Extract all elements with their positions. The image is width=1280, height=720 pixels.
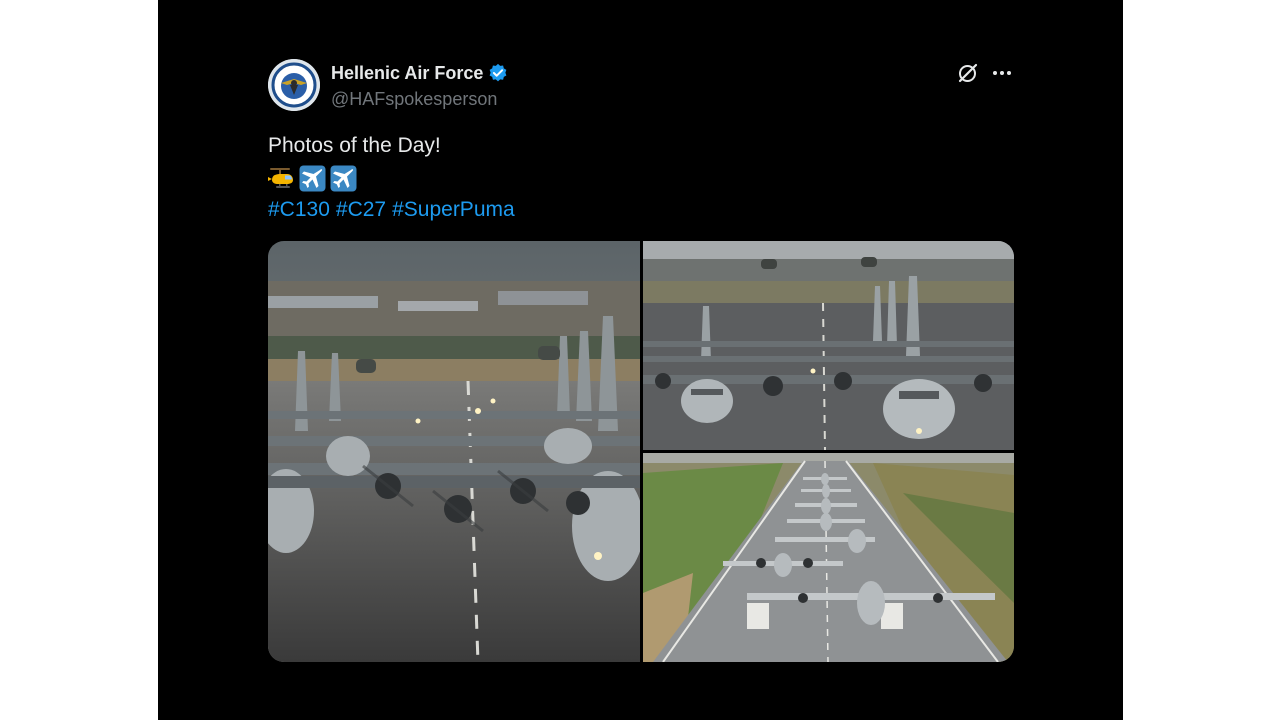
- photo-aircraft-lineup[interactable]: [268, 241, 640, 662]
- tweet-text: Photos of the Day!: [268, 134, 441, 157]
- helicopter-emoji-icon: [268, 165, 295, 192]
- hashtag-link[interactable]: #C130: [268, 197, 330, 223]
- aircraft-taxi-photo-icon: [643, 241, 1014, 450]
- verified-badge-icon: [488, 63, 508, 83]
- hashtag-link[interactable]: #SuperPuma: [392, 197, 515, 223]
- airplane-emoji-icon: [330, 165, 357, 192]
- author-handle[interactable]: @HAFspokesperson: [331, 88, 497, 110]
- hashtag-link[interactable]: #C27: [336, 197, 386, 223]
- air-force-emblem-icon: [268, 59, 320, 111]
- media-grid: [268, 241, 1014, 662]
- hashtag-row: #C130 #C27 #SuperPuma: [268, 197, 515, 223]
- author-name-row[interactable]: Hellenic Air Force: [331, 62, 508, 84]
- photo-aircraft-taxi[interactable]: [643, 241, 1014, 450]
- grok-icon[interactable]: [956, 61, 980, 85]
- airplane-emoji-icon: [299, 165, 326, 192]
- more-options-icon[interactable]: [991, 62, 1013, 84]
- runway-aerial-photo-icon: [643, 453, 1014, 662]
- photo-runway-aerial[interactable]: [643, 453, 1014, 662]
- author-name[interactable]: Hellenic Air Force: [331, 62, 483, 84]
- avatar[interactable]: [268, 59, 320, 111]
- aircraft-lineup-photo-icon: [268, 241, 640, 662]
- emoji-row: [268, 165, 357, 193]
